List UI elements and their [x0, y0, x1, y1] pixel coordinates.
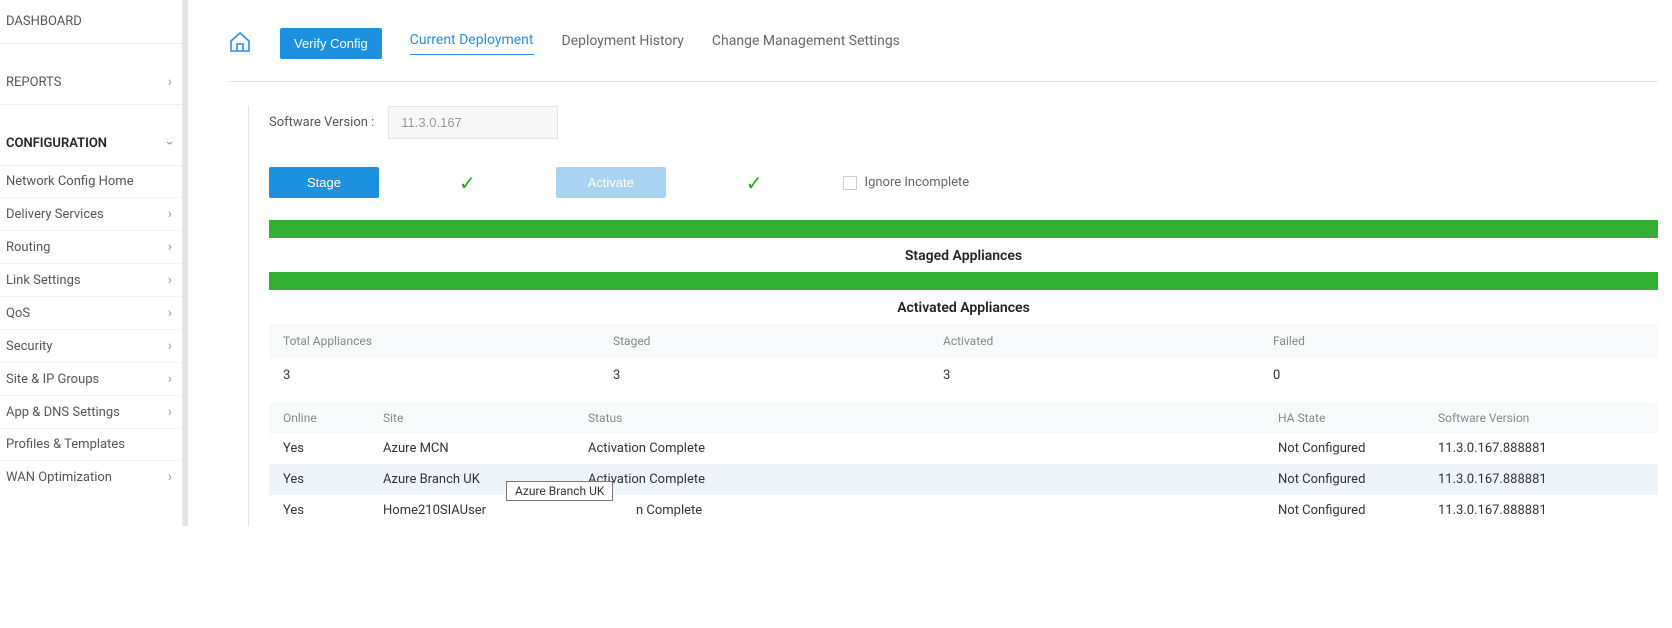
sidebar-item-app-dns-settings[interactable]: App & DNS Settings ›	[0, 396, 182, 429]
activate-button[interactable]: Activate	[556, 167, 666, 198]
sidebar-item-label: Site & IP Groups	[6, 372, 99, 387]
summary-header-failed: Failed	[1259, 324, 1658, 358]
activated-appliances-title: Activated Appliances	[269, 294, 1658, 324]
deployment-panel: Software Version : Stage ✓ Activate ✓ Ig…	[248, 106, 1658, 526]
sidebar-configuration[interactable]: CONFIGURATION ›	[0, 125, 182, 166]
tabs-row: Verify Config Current Deployment Deploym…	[228, 28, 1658, 82]
verify-config-button[interactable]: Verify Config	[280, 28, 382, 59]
staged-progress-bar	[269, 220, 1658, 238]
sidebar-item-label: QoS	[6, 306, 30, 321]
cell-software-version: 11.3.0.167.888881	[1424, 464, 1658, 495]
cell-status: Activation Complete	[574, 464, 1264, 495]
sidebar-item-qos[interactable]: QoS ›	[0, 297, 182, 330]
home-icon[interactable]	[228, 30, 252, 58]
sidebar-item-label: Network Config Home	[6, 174, 134, 189]
chevron-right-icon: ›	[168, 206, 172, 222]
summary-header-total: Total Appliances	[269, 324, 599, 358]
sidebar-item-wan-optimization[interactable]: WAN Optimization ›	[0, 461, 182, 493]
summary-header-activated: Activated	[929, 324, 1259, 358]
summary-value-row: 3 3 3 0	[269, 358, 1658, 393]
chevron-right-icon: ›	[168, 371, 172, 387]
cell-software-version: 11.3.0.167.888881	[1424, 495, 1658, 526]
sidebar-item-label: Delivery Services	[6, 207, 104, 222]
table-header-online: Online	[269, 403, 369, 433]
chevron-down-icon: ›	[162, 141, 178, 145]
cell-ha-state: Not Configured	[1264, 464, 1424, 495]
summary-header-row: Total Appliances Staged Activated Failed	[269, 324, 1658, 358]
sidebar-item-network-config-home[interactable]: Network Config Home	[0, 166, 182, 198]
table-row[interactable]: Yes Azure MCN Activation Complete Not Co…	[269, 433, 1658, 464]
sidebar-reports[interactable]: REPORTS ›	[0, 64, 182, 105]
tab-deployment-history[interactable]: Deployment History	[562, 33, 684, 55]
chevron-right-icon: ›	[168, 305, 172, 321]
chevron-right-icon: ›	[168, 239, 172, 255]
action-row: Stage ✓ Activate ✓ Ignore Incomplete	[269, 167, 1658, 198]
summary-header-staged: Staged	[599, 324, 929, 358]
chevron-right-icon: ›	[168, 338, 172, 354]
tab-change-management-settings[interactable]: Change Management Settings	[712, 33, 900, 55]
site-tooltip: Azure Branch UK	[506, 481, 613, 501]
cell-ha-state: Not Configured	[1264, 495, 1424, 526]
cell-online: Yes	[269, 495, 369, 526]
sidebar-item-routing[interactable]: Routing ›	[0, 231, 182, 264]
chevron-right-icon: ›	[168, 74, 172, 90]
check-icon: ✓	[746, 171, 763, 195]
checkbox-icon	[843, 176, 857, 190]
software-version-row: Software Version :	[269, 106, 1658, 139]
table-header-software-version: Software Version	[1424, 403, 1658, 433]
sidebar-item-delivery-services[interactable]: Delivery Services ›	[0, 198, 182, 231]
stage-button[interactable]: Stage	[269, 167, 379, 198]
cell-status: Azure Branch UK n Complete	[574, 495, 1264, 526]
sidebar-item-label: WAN Optimization	[6, 470, 112, 485]
sidebar-item-site-ip-groups[interactable]: Site & IP Groups ›	[0, 363, 182, 396]
ignore-incomplete-label: Ignore Incomplete	[865, 175, 970, 190]
summary-value-failed: 0	[1259, 358, 1658, 393]
table-header-row: Online Site Status HA State Software Ver…	[269, 403, 1658, 433]
sidebar-dashboard-label: DASHBOARD	[6, 14, 82, 29]
sidebar: DASHBOARD REPORTS › CONFIGURATION › Netw…	[0, 0, 188, 526]
cell-status-text: n Complete	[588, 503, 702, 518]
cell-software-version: 11.3.0.167.888881	[1424, 433, 1658, 464]
summary-value-activated: 3	[929, 358, 1259, 393]
sidebar-item-label: Profiles & Templates	[6, 437, 125, 452]
sidebar-item-label: Security	[6, 339, 53, 354]
table-header-status: Status	[574, 403, 1264, 433]
tab-current-deployment[interactable]: Current Deployment	[410, 32, 534, 55]
chevron-right-icon: ›	[168, 272, 172, 288]
table-row[interactable]: Yes Azure Branch UK Activation Complete …	[269, 464, 1658, 495]
summary-value-staged: 3	[599, 358, 929, 393]
table-header-site: Site	[369, 403, 574, 433]
sidebar-reports-label: REPORTS	[6, 75, 61, 90]
cell-online: Yes	[269, 464, 369, 495]
sidebar-configuration-label: CONFIGURATION	[6, 136, 107, 151]
table-header-ha-state: HA State	[1264, 403, 1424, 433]
cell-online: Yes	[269, 433, 369, 464]
chevron-right-icon: ›	[168, 469, 172, 485]
sidebar-item-profiles-templates[interactable]: Profiles & Templates	[0, 429, 182, 461]
software-version-label: Software Version :	[269, 115, 374, 130]
software-version-input[interactable]	[388, 106, 558, 139]
sidebar-dashboard[interactable]: DASHBOARD	[0, 10, 182, 44]
activated-progress-bar	[269, 272, 1658, 290]
sidebar-item-label: Link Settings	[6, 273, 81, 288]
table-row[interactable]: Yes Home210SIAUser Azure Branch UK n Com…	[269, 495, 1658, 526]
check-icon: ✓	[459, 171, 476, 195]
summary-value-total: 3	[269, 358, 599, 393]
staged-appliances-title: Staged Appliances	[269, 242, 1658, 272]
main-content: Verify Config Current Deployment Deploym…	[188, 0, 1672, 526]
cell-site: Azure MCN	[369, 433, 574, 464]
cell-status: Activation Complete	[574, 433, 1264, 464]
sidebar-item-label: App & DNS Settings	[6, 405, 120, 420]
sidebar-item-label: Routing	[6, 240, 50, 255]
chevron-right-icon: ›	[168, 404, 172, 420]
sidebar-item-link-settings[interactable]: Link Settings ›	[0, 264, 182, 297]
sidebar-item-security[interactable]: Security ›	[0, 330, 182, 363]
ignore-incomplete-checkbox[interactable]: Ignore Incomplete	[843, 175, 970, 190]
cell-ha-state: Not Configured	[1264, 433, 1424, 464]
